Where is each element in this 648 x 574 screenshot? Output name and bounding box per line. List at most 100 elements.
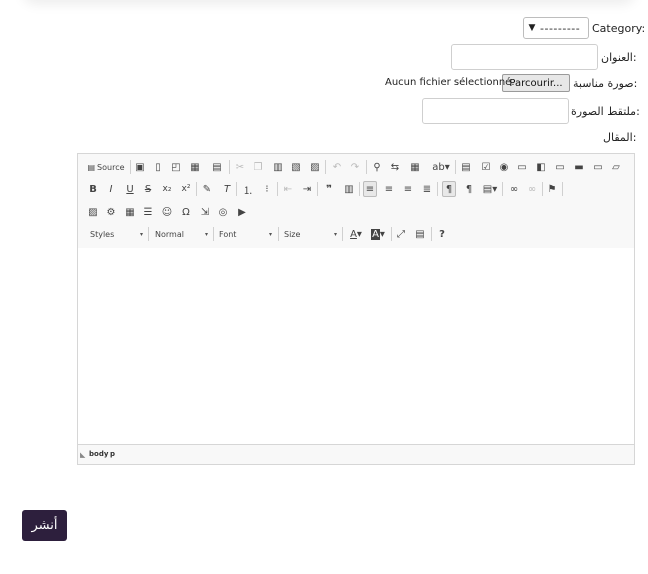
dropdown-icon: ▼ — [528, 23, 536, 33]
checkbox-icon[interactable]: ☑ — [479, 159, 493, 175]
new-page-icon[interactable]: ▯ — [151, 159, 165, 175]
image-icon[interactable]: ▨ — [86, 204, 100, 220]
div-container-icon[interactable]: ▥ — [342, 181, 356, 197]
text-direction-ltr-icon[interactable]: ¶ — [442, 181, 456, 197]
paste-text-icon[interactable]: ▧ — [289, 159, 303, 175]
separator — [391, 227, 392, 241]
size-combo-label: Size — [284, 229, 301, 239]
help-icon[interactable]: ? — [435, 226, 449, 242]
find-icon[interactable]: ⚲ — [370, 159, 384, 175]
smiley-icon[interactable]: ☺ — [160, 204, 174, 220]
select-all-icon[interactable]: ▦ — [408, 159, 422, 175]
blockquote-icon[interactable]: ❞ — [322, 181, 336, 197]
iframe-icon[interactable]: ◎ — [216, 204, 230, 220]
outdent-icon[interactable]: ⇤ — [281, 181, 295, 197]
title-input[interactable] — [451, 44, 598, 70]
remove-format-icon[interactable]: T — [220, 181, 234, 197]
category-label: Category: — [592, 22, 646, 35]
youtube-icon[interactable]: ▶ — [235, 204, 249, 220]
flash-icon[interactable]: ⚙ — [104, 204, 118, 220]
styles-combo[interactable]: Styles ▾ — [90, 226, 143, 242]
image-button-icon[interactable]: ▭ — [591, 159, 605, 175]
align-right-icon[interactable]: ≡ — [401, 181, 415, 197]
numbered-list-icon[interactable]: ⒈ — [241, 181, 255, 197]
redo-icon[interactable]: ↷ — [348, 159, 362, 175]
table-icon[interactable]: ▦ — [123, 204, 137, 220]
combo-arrow-icon: ▾ — [204, 230, 208, 238]
show-blocks-icon[interactable]: ▤ — [413, 226, 427, 242]
separator — [229, 160, 230, 174]
copy-format-icon[interactable]: ✎ — [200, 181, 214, 197]
align-left-icon[interactable]: ≡ — [363, 181, 377, 197]
status-path-body[interactable]: body — [89, 450, 108, 458]
spellcheck-icon[interactable]: ab▾ — [430, 159, 452, 175]
horizontal-rule-icon[interactable]: ☰ — [141, 204, 155, 220]
page-break-icon[interactable]: ⇲ — [198, 204, 212, 220]
background-color-icon[interactable]: A ▾ — [368, 226, 388, 242]
source-label: Source — [97, 162, 125, 172]
resize-handle-icon[interactable]: ◣ — [80, 451, 85, 459]
category-value: --------- — [540, 21, 581, 35]
maximize-icon[interactable]: ⤢ — [394, 226, 408, 242]
form-icon[interactable]: ▤ — [459, 159, 473, 175]
editor-status-bar: ◣ body p — [78, 444, 634, 464]
text-direction-rtl-icon[interactable]: ¶ — [462, 181, 476, 197]
hidden-field-icon[interactable]: ▱ — [609, 159, 623, 175]
radio-icon[interactable]: ◉ — [497, 159, 511, 175]
separator — [236, 182, 237, 196]
copy-icon[interactable]: ❐ — [251, 159, 265, 175]
combo-arrow-icon: ▾ — [333, 230, 337, 238]
textarea-icon[interactable]: ◧ — [534, 159, 548, 175]
source-button[interactable]: ▤ Source — [87, 159, 125, 175]
status-path-p[interactable]: p — [110, 450, 115, 458]
anchor-icon[interactable]: ⚑ — [545, 181, 559, 197]
size-combo[interactable]: Size ▾ — [284, 226, 337, 242]
print-icon[interactable]: ▦ — [188, 159, 202, 175]
image-caption-label: ملتقط الصورة: — [571, 105, 640, 118]
separator — [130, 160, 131, 174]
replace-icon[interactable]: ⇆ — [388, 159, 402, 175]
language-icon[interactable]: ▤▾ — [480, 181, 500, 197]
separator — [213, 227, 214, 241]
separator — [278, 227, 279, 241]
select-field-icon[interactable]: ▭ — [553, 159, 567, 175]
italic-icon[interactable]: I — [104, 181, 118, 197]
paste-word-icon[interactable]: ▨ — [308, 159, 322, 175]
text-color-icon[interactable]: A ▾ — [346, 226, 366, 242]
subscript-icon[interactable]: x₂ — [160, 181, 174, 197]
strike-icon[interactable]: S — [141, 181, 155, 197]
source-icon: ▤ — [87, 162, 96, 172]
bulleted-list-icon[interactable]: ⁝ — [260, 181, 274, 197]
underline-icon[interactable]: U — [123, 181, 137, 197]
editor-content[interactable] — [78, 248, 634, 444]
category-select[interactable]: ▼ --------- — [523, 17, 589, 39]
separator — [342, 227, 343, 241]
publish-button[interactable]: أنشر — [22, 510, 67, 541]
special-char-icon[interactable]: Ω — [179, 204, 193, 220]
text-field-icon[interactable]: ▭ — [515, 159, 529, 175]
superscript-icon[interactable]: x² — [179, 181, 193, 197]
indent-icon[interactable]: ⇥ — [300, 181, 314, 197]
image-caption-input[interactable] — [422, 98, 569, 124]
templates-icon[interactable]: ▤ — [210, 159, 224, 175]
justify-icon[interactable]: ≣ — [420, 181, 434, 197]
font-combo[interactable]: Font ▾ — [219, 226, 272, 242]
separator — [502, 182, 503, 196]
save-icon[interactable]: ▣ — [133, 159, 147, 175]
separator — [359, 182, 360, 196]
format-combo-label: Normal — [155, 229, 184, 239]
separator — [431, 227, 432, 241]
format-combo[interactable]: Normal ▾ — [155, 226, 208, 242]
unlink-icon[interactable]: ∞ — [525, 181, 539, 197]
cut-icon[interactable]: ✂ — [233, 159, 247, 175]
rich-text-editor: ▤ Source ▣ ▯ ◰ ▦ ▤ ✂ ❐ ▥ ▧ ▨ ↶ ↷ ⚲ ⇆ ▦ a… — [77, 153, 635, 465]
link-icon[interactable]: ∞ — [507, 181, 521, 197]
button-field-icon[interactable]: ▬ — [572, 159, 586, 175]
separator — [562, 182, 563, 196]
align-center-icon[interactable]: ≡ — [382, 181, 396, 197]
bold-icon[interactable]: B — [86, 181, 100, 197]
undo-icon[interactable]: ↶ — [330, 159, 344, 175]
paste-icon[interactable]: ▥ — [271, 159, 285, 175]
separator — [148, 227, 149, 241]
preview-icon[interactable]: ◰ — [169, 159, 183, 175]
